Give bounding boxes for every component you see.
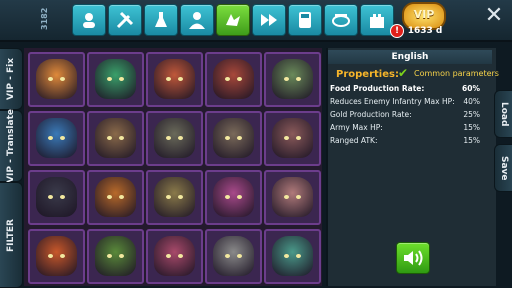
- property-name: Gold Production Rate:: [330, 110, 412, 119]
- hero-portrait-icon: [272, 59, 313, 99]
- save-label: Save: [499, 155, 509, 181]
- dragon-icon: [226, 14, 240, 26]
- close-button[interactable]: ✕: [480, 2, 508, 30]
- property-value: 15%: [463, 123, 480, 132]
- property-name: Food Production Rate:: [330, 84, 425, 93]
- castle-button[interactable]: [360, 4, 394, 36]
- property-row: Gold Production Rate: 25%: [330, 110, 480, 122]
- hero-portrait-icon: [154, 177, 195, 217]
- hero-slot[interactable]: [264, 111, 321, 166]
- hero-slot[interactable]: [146, 170, 203, 225]
- heroes-icon: [83, 13, 95, 28]
- hero-slot[interactable]: [205, 52, 262, 107]
- sound-button[interactable]: [396, 242, 430, 274]
- hero-slot[interactable]: [28, 170, 85, 225]
- arena-icon: [332, 14, 350, 27]
- castle-icon: [370, 14, 384, 28]
- vip-fix-label: VIP - Fix: [6, 58, 16, 100]
- filter-tab[interactable]: FILTER: [0, 182, 23, 288]
- vip-translate-tab[interactable]: VIP - Translate: [0, 109, 23, 183]
- tools-icon: [116, 11, 134, 29]
- load-label: Load: [499, 101, 509, 127]
- hero-portrait-icon: [36, 236, 77, 276]
- property-row: Reduces Enemy Infantry Max HP: 40%: [330, 97, 480, 109]
- property-row: Army Max HP: 15%: [330, 123, 480, 135]
- hero-slot[interactable]: [264, 229, 321, 284]
- fast-forward-icon: [261, 14, 277, 26]
- property-value: 60%: [462, 84, 480, 93]
- property-name: Reduces Enemy Infantry Max HP:: [330, 97, 455, 106]
- hero-portrait-icon: [36, 59, 77, 99]
- hero-slot[interactable]: [146, 111, 203, 166]
- hero-portrait-icon: [213, 236, 254, 276]
- speaker-icon: [404, 250, 423, 266]
- property-value: 25%: [463, 110, 480, 119]
- calculator-icon: [299, 12, 311, 28]
- hero-portrait-icon: [95, 177, 136, 217]
- hero-portrait-icon: [272, 177, 313, 217]
- hero-portrait-icon: [154, 236, 195, 276]
- check-icon[interactable]: ✔: [398, 67, 410, 79]
- common-parameters-label[interactable]: Common parameters: [414, 69, 499, 78]
- hero-slot[interactable]: [146, 229, 203, 284]
- vip-fix-tab[interactable]: VIP - Fix: [0, 48, 23, 110]
- hero-portrait-icon: [213, 177, 254, 217]
- vip-days: 1633 d: [407, 26, 443, 36]
- hero-slot[interactable]: [87, 170, 144, 225]
- profile-icon: [189, 12, 205, 29]
- tools-button[interactable]: [108, 4, 142, 36]
- hero-slot[interactable]: [264, 52, 321, 107]
- hero-slot[interactable]: [205, 229, 262, 284]
- hero-slot[interactable]: [146, 52, 203, 107]
- hero-slot[interactable]: [87, 52, 144, 107]
- alert-icon[interactable]: !: [390, 24, 404, 38]
- hero-portrait-icon: [154, 59, 195, 99]
- resource-counter: 3182: [40, 7, 49, 31]
- calculator-button[interactable]: [288, 4, 322, 36]
- hero-slot[interactable]: [28, 111, 85, 166]
- hero-portrait-icon: [36, 177, 77, 217]
- top-toolbar: 3182 ! VIP 1633 d ✕: [0, 0, 512, 42]
- potion-icon: [155, 12, 167, 27]
- vip-translate-label: VIP - Translate: [6, 109, 16, 183]
- heroes-button[interactable]: [72, 4, 106, 36]
- profile-button[interactable]: [180, 4, 214, 36]
- hero-portrait-icon: [272, 118, 313, 158]
- hero-slot[interactable]: [264, 170, 321, 225]
- property-value: 15%: [463, 136, 480, 145]
- hero-portrait-icon: [95, 236, 136, 276]
- hero-slot[interactable]: [205, 111, 262, 166]
- hero-portrait-icon: [95, 118, 136, 158]
- hero-grid: [24, 48, 322, 286]
- hero-portrait-icon: [154, 118, 195, 158]
- hero-portrait-icon: [272, 236, 313, 276]
- hero-slot[interactable]: [28, 229, 85, 284]
- hero-slot[interactable]: [87, 229, 144, 284]
- filter-label: FILTER: [6, 218, 16, 252]
- arena-button[interactable]: [324, 4, 358, 36]
- property-row: Ranged ATK: 15%: [330, 136, 480, 148]
- hero-portrait-icon: [95, 59, 136, 99]
- property-name: Army Max HP:: [330, 123, 383, 132]
- property-name: Ranged ATK:: [330, 136, 378, 145]
- hero-slot[interactable]: [87, 111, 144, 166]
- language-selector[interactable]: English: [328, 50, 492, 64]
- potion-button[interactable]: [144, 4, 178, 36]
- save-tab[interactable]: Save: [494, 144, 512, 192]
- load-tab[interactable]: Load: [494, 90, 512, 138]
- fast-forward-button[interactable]: [252, 4, 286, 36]
- hero-portrait-icon: [36, 118, 77, 158]
- hero-slot[interactable]: [205, 170, 262, 225]
- dragon-button[interactable]: [216, 4, 250, 36]
- hero-portrait-icon: [213, 118, 254, 158]
- hero-slot[interactable]: [28, 52, 85, 107]
- property-row: Food Production Rate: 60%: [330, 84, 480, 96]
- hero-portrait-icon: [213, 59, 254, 99]
- property-value: 40%: [463, 97, 480, 106]
- properties-label: Properties:: [336, 69, 399, 80]
